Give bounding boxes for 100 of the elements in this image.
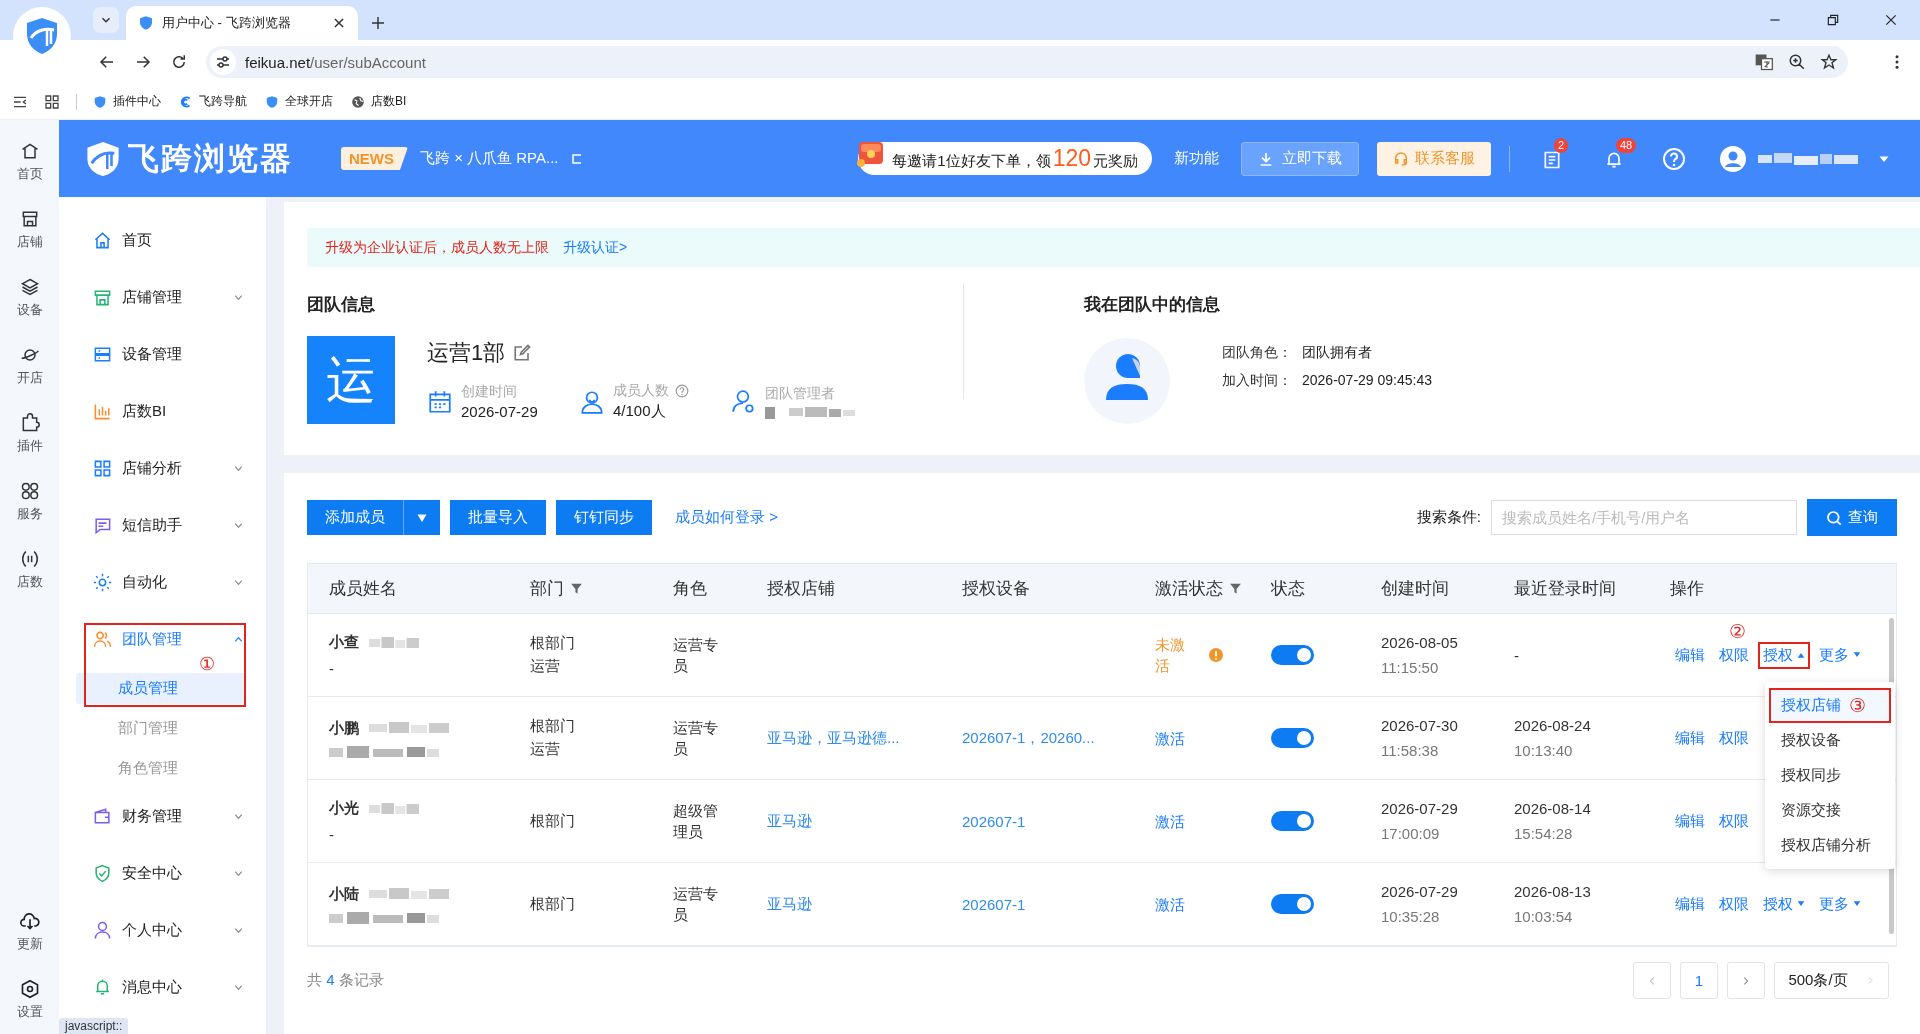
star-icon[interactable] bbox=[1820, 53, 1838, 71]
plus-icon[interactable] bbox=[370, 15, 386, 31]
close-icon[interactable] bbox=[332, 16, 346, 30]
filter-icon[interactable] bbox=[1229, 582, 1242, 595]
sidebar-item[interactable]: 安全中心 bbox=[59, 859, 266, 888]
time-text: 15:54:28 bbox=[1514, 825, 1574, 842]
menu-item[interactable]: 授权设备 bbox=[1769, 723, 1891, 758]
rail-item[interactable]: 设备 bbox=[0, 264, 59, 332]
back-icon[interactable] bbox=[98, 53, 116, 71]
sidebar-item[interactable]: 自动化 bbox=[59, 568, 266, 597]
caret-down-icon bbox=[1853, 651, 1861, 659]
action-dropdown[interactable]: 更多 bbox=[1814, 641, 1866, 669]
status-toggle[interactable] bbox=[1271, 645, 1314, 665]
address-bar[interactable]: feikua.net/user/subAccount bbox=[206, 46, 1848, 78]
status-toggle[interactable] bbox=[1271, 728, 1314, 748]
sidebar-item[interactable]: 店铺管理 bbox=[59, 283, 266, 312]
menu-item-icon bbox=[93, 516, 112, 535]
device-link[interactable]: 202607-1 bbox=[962, 812, 1026, 830]
rail-item[interactable]: 店铺 bbox=[0, 196, 59, 264]
new-features-link[interactable]: 新功能 bbox=[1174, 149, 1219, 168]
notifications-button[interactable]: 48 bbox=[1604, 137, 1638, 170]
menu-item[interactable]: 授权店铺分析 bbox=[1769, 828, 1891, 863]
edit-icon[interactable] bbox=[513, 344, 532, 362]
action-dropdown[interactable]: 授权 bbox=[1758, 890, 1810, 918]
help-link[interactable]: 成员如何登录 > bbox=[675, 508, 778, 527]
store-link[interactable]: 亚马逊 bbox=[767, 811, 812, 831]
upgrade-link[interactable]: 升级认证> bbox=[563, 238, 628, 257]
sidebar-item[interactable]: 财务管理 bbox=[59, 802, 266, 831]
department-text: 运营 bbox=[530, 740, 561, 759]
apps-icon[interactable] bbox=[44, 93, 60, 110]
sidebar-item[interactable]: 个人中心 bbox=[59, 916, 266, 945]
action-link[interactable]: 编辑 bbox=[1675, 894, 1705, 914]
contact-button[interactable]: 联系客服 bbox=[1377, 141, 1491, 176]
filter-icon[interactable] bbox=[570, 582, 583, 595]
device-link[interactable]: 202607-1，20260... bbox=[962, 728, 1095, 748]
date-text: 2026-07-29 bbox=[1381, 800, 1458, 817]
search-button[interactable]: 查询 bbox=[1807, 499, 1897, 536]
news-link[interactable]: 飞跨 × 八爪鱼 RPA... bbox=[420, 149, 559, 168]
action-link[interactable]: 编辑 bbox=[1675, 811, 1705, 831]
sidebar-item[interactable]: 设备管理 bbox=[59, 340, 266, 369]
page-size-select[interactable]: 500条/页 bbox=[1774, 962, 1889, 999]
sidebar-item[interactable]: 短信助手 bbox=[59, 511, 266, 540]
toolbar-button[interactable]: 钉钉同步 bbox=[556, 500, 652, 535]
date-text: 2026-07-30 bbox=[1381, 717, 1458, 734]
store-link[interactable]: 亚马逊 bbox=[767, 894, 812, 914]
menu-item[interactable]: 资源交接 bbox=[1769, 793, 1891, 828]
submenu-item[interactable]: 角色管理 bbox=[76, 752, 246, 784]
action-link[interactable]: 权限 bbox=[1719, 894, 1749, 914]
sidebar-item[interactable]: 消息中心 bbox=[59, 973, 266, 1002]
close-icon[interactable] bbox=[1884, 13, 1898, 27]
blurred-name bbox=[369, 635, 419, 650]
rail-item[interactable]: 服务 bbox=[0, 468, 59, 536]
reload-icon[interactable] bbox=[170, 53, 188, 71]
field-label: 加入时间： bbox=[1222, 372, 1292, 390]
rail-item[interactable]: 插件 bbox=[0, 400, 59, 468]
sidebar-item[interactable]: 店数BI bbox=[59, 397, 266, 426]
action-link[interactable]: 权限 bbox=[1719, 811, 1749, 831]
restore-icon[interactable] bbox=[1826, 13, 1840, 27]
rail-item[interactable]: 开店 bbox=[0, 332, 59, 400]
bookmark[interactable]: 飞跨导航 bbox=[179, 93, 247, 110]
device-link[interactable]: 202607-1 bbox=[962, 895, 1026, 913]
rail-item[interactable]: 更新 bbox=[0, 898, 59, 966]
action-link[interactable]: 权限 bbox=[1719, 645, 1749, 665]
member-name: 小鹏 bbox=[329, 718, 359, 738]
search-field[interactable]: 搜索成员姓名/手机号/用户名 bbox=[1491, 500, 1797, 535]
menu-item[interactable]: 授权同步 bbox=[1769, 758, 1891, 793]
action-dropdown[interactable]: 授权 bbox=[1758, 641, 1810, 669]
status-toggle[interactable] bbox=[1271, 894, 1314, 914]
page-button[interactable]: 1 bbox=[1680, 962, 1718, 999]
help-icon[interactable] bbox=[675, 384, 689, 398]
submenu-item[interactable]: 成员管理 bbox=[76, 672, 246, 704]
messages-button[interactable]: 2 bbox=[1542, 137, 1576, 170]
menu-item[interactable]: 授权店铺 ③ bbox=[1769, 688, 1891, 723]
submenu-item[interactable]: 部门管理 bbox=[76, 712, 246, 744]
forward-icon[interactable] bbox=[134, 53, 152, 71]
avatar-icon[interactable] bbox=[1720, 145, 1746, 172]
action-link[interactable]: 编辑 bbox=[1675, 728, 1705, 748]
toolbar-button[interactable]: 批量导入 bbox=[450, 500, 546, 535]
manager-icon bbox=[731, 388, 757, 415]
browser-tab[interactable]: 用户中心 - 飞跨浏览器 bbox=[126, 6, 358, 40]
bookmark[interactable]: 插件中心 bbox=[93, 93, 161, 110]
rail-item[interactable]: 首页 bbox=[0, 128, 59, 196]
action-dropdown[interactable]: 更多 bbox=[1814, 890, 1866, 918]
action-link[interactable]: 权限 bbox=[1719, 728, 1749, 748]
translate-icon[interactable] bbox=[1754, 52, 1774, 72]
add-member-button[interactable]: 添加成员 bbox=[307, 500, 440, 535]
promo-banner[interactable]: 每邀请1位好友下单，领120 元奖励 bbox=[858, 142, 1152, 175]
bookmark[interactable]: 全球开店 bbox=[265, 93, 333, 110]
zoom-icon[interactable] bbox=[1788, 53, 1806, 71]
action-link[interactable]: 编辑 bbox=[1675, 645, 1705, 665]
sidebar-item[interactable]: 店铺分析 bbox=[59, 454, 266, 483]
store-link[interactable]: 亚马逊，亚马逊德... bbox=[767, 728, 900, 748]
sidebar-item[interactable]: 首页 bbox=[59, 226, 266, 255]
sidebar-item[interactable]: 团队管理 bbox=[59, 625, 266, 654]
download-button[interactable]: 立即下载 bbox=[1241, 141, 1359, 176]
status-toggle[interactable] bbox=[1271, 811, 1314, 831]
rail-item[interactable]: 店数 bbox=[0, 536, 59, 604]
chevron-down-icon bbox=[233, 520, 244, 531]
rail-item[interactable]: 设置 bbox=[0, 966, 59, 1034]
bookmark[interactable]: 店数BI bbox=[351, 93, 407, 110]
